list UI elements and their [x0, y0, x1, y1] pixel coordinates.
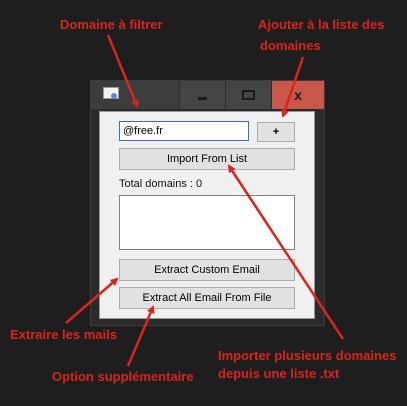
arrow-domain-filter: [106, 34, 139, 108]
annotation-arrows: [65, 34, 345, 367]
arrow-import: [227, 164, 345, 340]
annotation-import-line2: depuis une liste .txt: [218, 366, 340, 381]
annotation-extra-option: Option supplémentaire: [52, 369, 194, 384]
annotation-extract-mails: Extraire les mails: [10, 327, 117, 342]
arrow-extract: [65, 277, 119, 324]
annotation-import-line1: Importer plusieurs domaines: [218, 348, 397, 363]
arrow-option: [126, 305, 155, 367]
arrow-add: [281, 56, 305, 118]
